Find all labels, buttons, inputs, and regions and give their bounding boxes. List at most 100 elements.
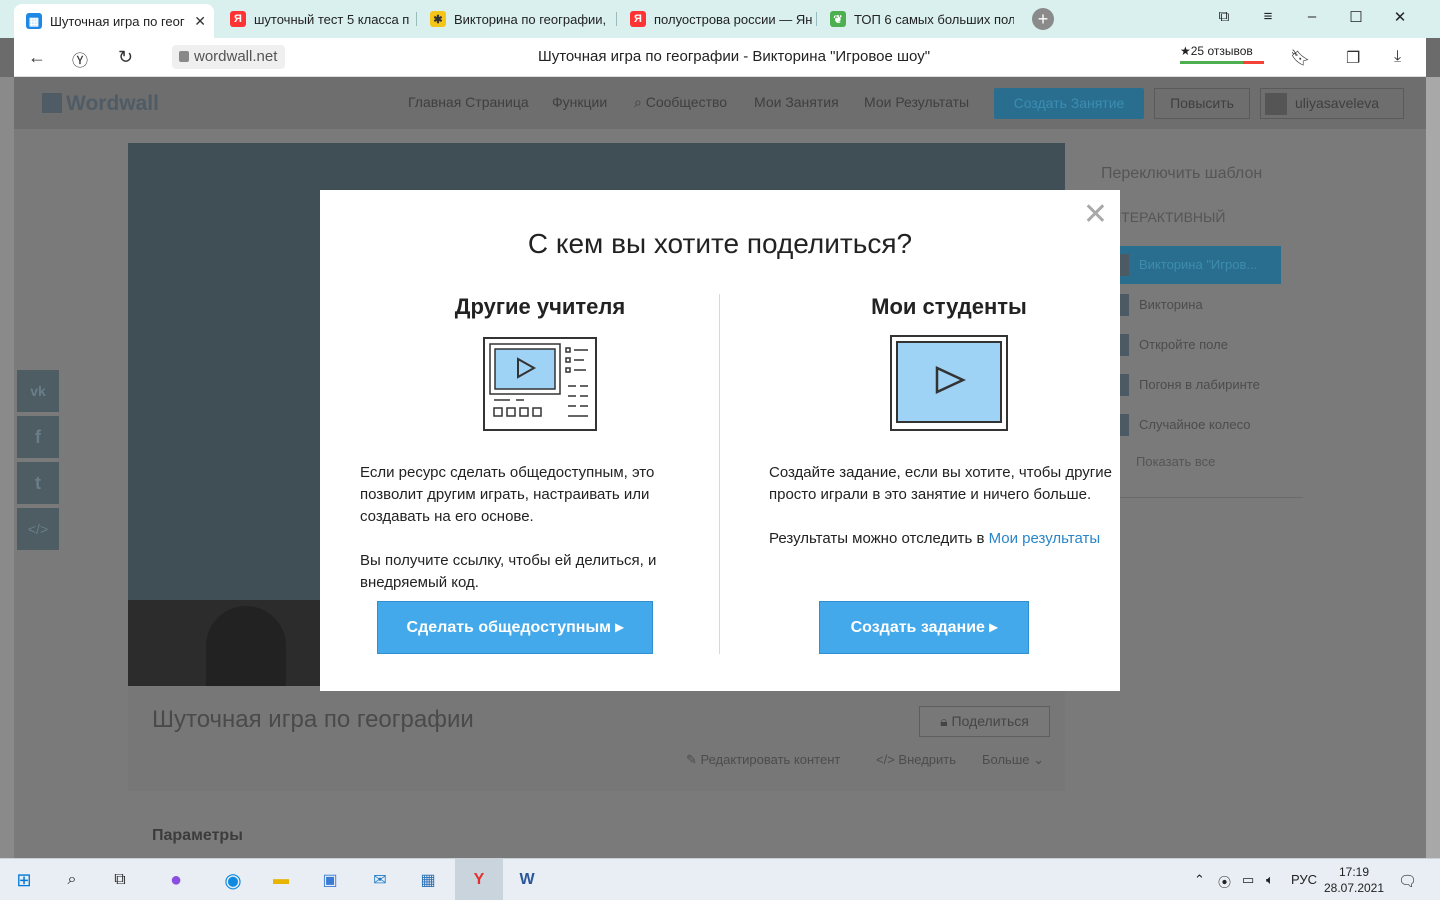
page-scrollbar[interactable] (1426, 77, 1440, 858)
close-window-icon[interactable]: ✕ (1390, 8, 1410, 26)
embed-share-button[interactable]: </> (17, 508, 59, 550)
switch-template-heading: Переключить шаблон (1101, 165, 1263, 182)
create-activity-button[interactable]: Создать Занятие (994, 88, 1144, 119)
collections-icon[interactable]: ❐ (1346, 48, 1360, 68)
create-assignment-button[interactable]: Создать задание ▸ (819, 601, 1029, 654)
store-icon[interactable]: ▣ (318, 868, 342, 892)
rating-bar (1180, 61, 1264, 64)
pencil-icon: ✎ (686, 752, 701, 767)
tab-quiz[interactable]: ✱ Викторина по географии, (418, 4, 614, 34)
page-title: Шуточная игра по географии - Викторина "… (537, 48, 931, 65)
yandex-button-icon[interactable]: Ⓨ (72, 47, 88, 71)
tab-top6[interactable]: ❦ ТОП 6 самых больших пол (818, 4, 1014, 34)
new-tab-button[interactable]: + (1032, 8, 1054, 30)
edge-browser-icon[interactable]: ◉ (221, 868, 245, 892)
tab-yandex-test[interactable]: Я шуточный тест 5 класса п (218, 4, 414, 34)
mail-icon[interactable]: ✉ (368, 868, 392, 892)
results-paragraph: Результаты можно отследить в Мои результ… (769, 530, 1101, 547)
other-teachers-heading: Другие учителя (454, 294, 626, 319)
share-button[interactable]: 🔒︎ Поделиться (919, 706, 1050, 737)
calculator-icon[interactable]: ▦ (416, 868, 440, 892)
menu-icon[interactable]: ≡ (1258, 8, 1278, 25)
nav-features[interactable]: Функции (552, 94, 607, 110)
word-ruler (0, 77, 14, 858)
share-dialog: ✕ С кем вы хотите поделиться? Другие учи… (320, 190, 1120, 691)
download-icon[interactable]: ⤓ (1394, 48, 1401, 66)
my-students-text: Создайте задание, если вы хотите, чтобы … (769, 462, 1129, 550)
tab-wordwall[interactable]: ▦ Шуточная игра по геог ✕ (14, 4, 214, 38)
upgrade-button[interactable]: Повысить (1154, 88, 1250, 119)
more-link[interactable]: Больше ⌄ (982, 752, 1044, 768)
reload-icon[interactable]: ↻ (118, 47, 133, 68)
tab-separator (816, 12, 817, 26)
my-students-heading: Мои студенты (871, 294, 1027, 319)
vk-share-button[interactable]: vk (17, 370, 59, 412)
tray-chevron-icon[interactable]: ⌃ (1194, 872, 1205, 888)
parameters-heading: Параметры (152, 827, 243, 844)
nav-home[interactable]: Главная Страница (408, 94, 529, 110)
windows-taskbar: ⊞ ⌕ ⧉ ● ◉ ▬ ▣ ✉ ▦ Y W ⌃ ⦿ ▭ 🔈︎ РУС 17:19… (0, 858, 1440, 900)
show-all-templates-link[interactable]: Показать все (1136, 454, 1215, 469)
wordwall-logo[interactable]: Wordwall (42, 92, 159, 116)
nav-my-activities[interactable]: Мои Занятия (754, 94, 839, 110)
bookmark-icon[interactable]: 🔖︎ (1290, 48, 1310, 68)
alice-assistant-icon[interactable]: ● (164, 868, 188, 892)
word-icon[interactable]: W (515, 868, 539, 892)
other-teachers-text: Если ресурс сделать общедоступным, это п… (360, 464, 657, 591)
embed-link[interactable]: </> Внедрить (876, 752, 956, 767)
video-player-illustration-icon (890, 335, 1008, 431)
user-menu[interactable]: uliyasaveleva (1260, 88, 1404, 119)
close-tab-icon[interactable]: ✕ (194, 13, 206, 30)
my-results-link[interactable]: Мои результаты (989, 530, 1101, 547)
leaf-favicon-icon: ❦ (830, 11, 846, 27)
lock-icon (179, 51, 189, 62)
yandex-favicon-icon: Я (230, 11, 246, 27)
address-bar: ← Ⓨ ↻ wordwall.net Шуточная игра по геог… (14, 38, 1426, 77)
close-icon[interactable]: ✕ (1083, 200, 1108, 230)
avatar (1265, 93, 1287, 115)
reviews-badge[interactable]: ★25 отзывов (1180, 44, 1264, 64)
host-figure (206, 606, 286, 686)
camera-icon[interactable]: ⦿ (1218, 872, 1231, 891)
my-students-column: Мои студенты Создайте задание, если вы х… (769, 294, 1129, 550)
system-clock[interactable]: 17:19 28.07.2021 (1320, 864, 1388, 896)
dialog-title: С кем вы хотите поделиться? (527, 228, 913, 259)
tab-peninsulas[interactable]: Я полуострова россии — Ян (618, 4, 814, 34)
site-header: Wordwall Главная Страница Функции ⌕ Сооб… (14, 77, 1426, 129)
code-icon: </> (876, 752, 899, 767)
minimize-icon[interactable]: – (1302, 8, 1322, 25)
template-item-gameshow[interactable]: Викторина "Игров... (1101, 246, 1281, 284)
tab-separator (616, 12, 617, 26)
maximize-icon[interactable]: ☐ (1346, 8, 1366, 26)
search-icon[interactable]: ⌕ (60, 868, 84, 892)
language-indicator[interactable]: РУС (1291, 872, 1317, 887)
yandex-favicon-icon: Я (630, 11, 646, 27)
file-explorer-icon[interactable]: ▬ (269, 868, 293, 892)
url-field[interactable]: wordwall.net (172, 45, 286, 69)
tab-separator (416, 12, 417, 26)
public-page-illustration-icon (483, 337, 597, 431)
back-arrow-icon[interactable]: ← (28, 47, 46, 68)
notifications-icon[interactable]: 🗨︎ (1398, 872, 1417, 890)
wordwall-favicon-icon: ▦ (26, 13, 42, 29)
twitter-share-button[interactable]: t (17, 462, 59, 504)
windows-start-icon[interactable]: ⊞ (12, 868, 36, 892)
nav-my-results[interactable]: Мои Результаты (864, 94, 969, 110)
lock-icon: 🔒︎ (940, 713, 952, 729)
volume-icon[interactable]: 🔈︎ (1266, 872, 1274, 888)
activity-panel: Шуточная игра по географии 🔒︎ Поделиться… (128, 686, 1065, 791)
facebook-share-button[interactable]: f (17, 416, 59, 458)
search-icon: ⌕ (634, 94, 646, 110)
make-public-button[interactable]: Сделать общедоступным ▸ (377, 601, 653, 654)
quiz-favicon-icon: ✱ (430, 11, 446, 27)
network-icon[interactable]: ▭ (1242, 872, 1254, 888)
tab-list-icon[interactable]: ⧉ (1214, 8, 1234, 25)
activity-title: Шуточная игра по географии (152, 706, 474, 733)
edit-content-link[interactable]: ✎ Редактировать контент (686, 752, 840, 768)
nav-community[interactable]: ⌕ Сообщество (634, 94, 727, 111)
chevron-down-icon: ⌄ (1029, 752, 1045, 767)
task-view-icon[interactable]: ⧉ (108, 868, 132, 892)
other-teachers-column: Другие учителя Если ресурс сделать общед… (360, 294, 720, 594)
yandex-browser-icon[interactable]: Y (467, 868, 491, 892)
logo-icon (42, 93, 62, 113)
